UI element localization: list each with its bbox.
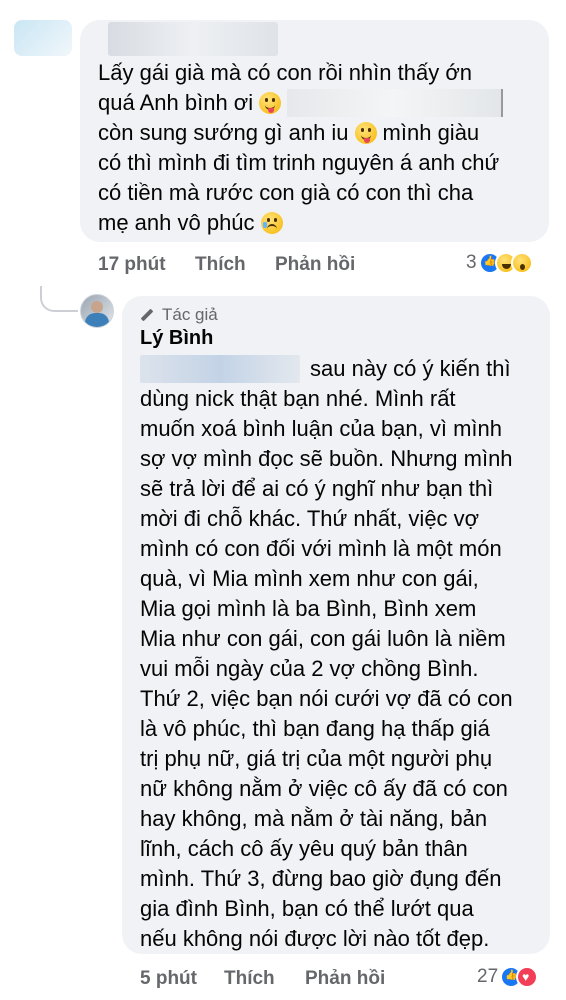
reply-button[interactable]: Phản hồi	[275, 254, 355, 276]
reply-time[interactable]: 5 phút	[140, 968, 197, 990]
reply-like-button[interactable]: Thích	[224, 968, 275, 990]
reply-line: trị phụ nữ, giá trị của một người phụ	[140, 746, 493, 771]
reaction-count: 27	[477, 966, 499, 987]
comment-line: có thì mình đi tìm trinh nguyên á anh ch…	[98, 150, 500, 175]
comment-line: mình giàu	[382, 120, 480, 145]
wow-icon	[510, 252, 533, 274]
mention-blurred	[287, 89, 504, 117]
comment-time[interactable]: 17 phút	[98, 254, 166, 276]
reply-line: muốn xoá bình luận của bạn, vì mình	[140, 416, 503, 441]
reply-line: mình có con đối với mình là một món	[140, 536, 502, 561]
comment-line: quá Anh bình ơi	[98, 90, 254, 115]
author-badge: Tác giả	[140, 305, 218, 325]
commenter-name-blurred[interactable]	[108, 22, 278, 56]
pencil-icon	[140, 308, 154, 322]
reply-line: Mia như con gái, con gái luôn là niềm	[140, 626, 506, 651]
tongue-emoji-icon	[259, 92, 282, 114]
reply-author-name[interactable]: Lý Bình	[140, 327, 213, 350]
reaction-count: 3	[466, 252, 477, 273]
comment-line: Lấy gái già mà có con rồi nhìn thấy ớn	[98, 60, 472, 85]
comment-text: Lấy gái già mà có con rồi nhìn thấy ớn q…	[98, 58, 543, 238]
reaction-summary[interactable]: 3	[466, 252, 533, 274]
reply-line: lĩnh, cách cô ấy yêu quý bản thân	[140, 836, 468, 861]
author-badge-label: Tác giả	[162, 305, 218, 324]
reply-line: nếu không nói được lời nào tốt đẹp.	[140, 926, 490, 951]
reply-line: là vô phúc, thì bạn đang hạ thấp giá	[140, 716, 490, 741]
reply-line: dùng nick thật bạn nhé. Mình rất	[140, 386, 456, 411]
tagged-user-blurred[interactable]	[140, 355, 300, 383]
author-avatar[interactable]	[80, 294, 114, 328]
crying-emoji-icon	[260, 212, 283, 234]
reply-line: nữ không nằm ở việc cô ấy đã có con	[140, 776, 508, 801]
reply-line: mời đi chỗ khác. Thứ nhất, việc vợ	[140, 506, 480, 531]
comment-line: còn sung sướng gì anh iu	[98, 120, 349, 145]
reply-line: mình. Thứ 3, đừng bao giờ đụng đến	[140, 866, 502, 891]
reply-line: gia đình Bình, bạn có thể lướt qua	[140, 896, 474, 921]
thread-connector	[40, 286, 78, 312]
reply-line: Mia gọi mình là ba Bình, Bình xem	[140, 596, 477, 621]
reply-line: sẽ trả lời để ai có ý nghĩ như bạn thì	[140, 476, 494, 501]
tongue-emoji-icon	[354, 122, 377, 144]
reply-line: sợ vợ mình đọc sẽ buồn. Nhưng mình	[140, 446, 513, 471]
comment-line: mẹ anh vô phúc	[98, 210, 255, 235]
reply-text: sau này có ý kiến thì dùng nick thật bạn…	[140, 354, 542, 954]
previous-comment-cutoff	[0, 0, 566, 12]
reply-line: Thứ 2, việc bạn nói cưới vợ đã có con	[140, 686, 513, 711]
comment-line: có tiền mà rước con già có con thì cha	[98, 180, 474, 205]
reply-line: hay không, mà nằm ở tài năng, bản	[140, 806, 488, 831]
reply-line: vui mỗi ngày của 2 vợ chồng Bình.	[140, 656, 479, 681]
love-icon	[516, 966, 539, 988]
reply-reaction-summary[interactable]: 27	[477, 966, 539, 988]
reply-line: quà, vì Mia mình xem như con gái,	[140, 566, 479, 591]
reply-reply-button[interactable]: Phản hồi	[305, 968, 385, 990]
like-button[interactable]: Thích	[195, 254, 246, 276]
commenter-avatar-blurred[interactable]	[14, 20, 72, 56]
reply-line: sau này có ý kiến thì	[310, 356, 511, 381]
